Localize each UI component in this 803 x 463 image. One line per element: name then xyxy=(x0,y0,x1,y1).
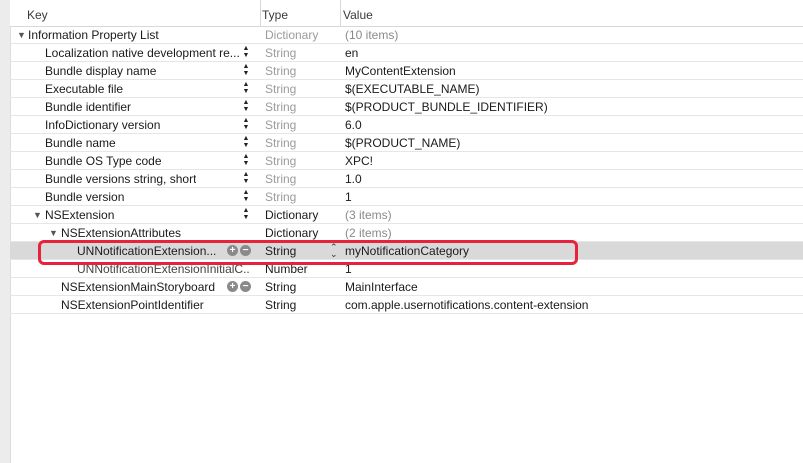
table-row[interactable]: NSExtensionPointIdentifier String com.ap… xyxy=(10,296,803,314)
table-row[interactable]: Localization native development re... ▲ ▼… xyxy=(10,44,803,62)
key-stepper-icon[interactable]: ▲ ▼ xyxy=(242,99,250,114)
row-type: String xyxy=(265,190,297,204)
column-header: Key Type Value xyxy=(10,0,803,27)
column-divider[interactable] xyxy=(340,0,341,26)
row-value[interactable]: $(EXECUTABLE_NAME) xyxy=(345,80,479,98)
row-value[interactable]: 1 xyxy=(345,188,352,206)
row-key: Bundle display name xyxy=(45,64,157,78)
key-stepper-icon[interactable]: ▲ ▼ xyxy=(242,63,250,78)
row-type: String xyxy=(265,298,297,312)
row-value[interactable]: com.apple.usernotifications.content-exte… xyxy=(345,296,588,314)
row-value: (3 items) xyxy=(345,208,392,222)
table-row[interactable]: Bundle name ▲ ▼ String $(PRODUCT_NAME) xyxy=(10,134,803,152)
table-row[interactable]: Bundle OS Type code ▲ ▼ String XPC! xyxy=(10,152,803,170)
row-type: String xyxy=(265,64,297,78)
row-value[interactable]: 1.0 xyxy=(345,170,362,188)
row-value[interactable]: en xyxy=(345,44,358,62)
row-type: Dictionary xyxy=(265,28,319,42)
key-stepper-icon[interactable]: ▲ ▼ xyxy=(242,207,250,222)
add-row-icon[interactable]: + xyxy=(227,281,238,292)
row-key: Bundle name xyxy=(45,136,116,150)
row-value[interactable]: XPC! xyxy=(345,152,373,170)
type-column-header[interactable]: Type xyxy=(262,0,288,26)
row-type: String xyxy=(265,46,297,60)
row-key: Bundle versions string, short xyxy=(45,172,197,186)
row-type: String xyxy=(265,118,297,132)
key-stepper-icon[interactable]: ▲ ▼ xyxy=(242,117,250,132)
key-stepper-icon[interactable]: ▲ ▼ xyxy=(242,81,250,96)
key-stepper-icon[interactable]: ▲ ▼ xyxy=(242,45,250,60)
row-type: String xyxy=(265,82,297,96)
row-key: Bundle identifier xyxy=(45,100,132,114)
table-row[interactable]: Bundle display name ▲ ▼ String MyContentE… xyxy=(10,62,803,80)
row-key: Localization native development re... xyxy=(45,46,240,60)
row-value[interactable]: $(PRODUCT_BUNDLE_IDENTIFIER) xyxy=(345,98,548,116)
row-key: Bundle OS Type code xyxy=(45,154,162,168)
row-key: NSExtensionMainStoryboard xyxy=(61,280,216,294)
key-column-header[interactable]: Key xyxy=(27,0,48,26)
highlight-annotation xyxy=(38,240,578,265)
property-list: ▼ Information Property List Dictionary (… xyxy=(10,26,803,314)
table-row[interactable]: ▼ NSExtension ▲ ▼ Dictionary (3 items) xyxy=(10,206,803,224)
row-value[interactable]: 6.0 xyxy=(345,116,362,134)
table-row[interactable]: InfoDictionary version ▲ ▼ String 6.0 xyxy=(10,116,803,134)
row-type: Dictionary xyxy=(265,208,319,222)
disclosure-triangle-icon[interactable]: ▼ xyxy=(33,206,42,224)
table-row[interactable]: Bundle version ▲ ▼ String 1 xyxy=(10,188,803,206)
row-value: (10 items) xyxy=(345,28,399,42)
key-stepper-icon[interactable]: ▲ ▼ xyxy=(242,153,250,168)
row-key: Information Property List xyxy=(28,28,159,42)
row-type: String xyxy=(265,136,297,150)
remove-row-icon[interactable]: − xyxy=(240,281,251,292)
table-row[interactable]: ▼ Information Property List Dictionary (… xyxy=(10,26,803,44)
table-row[interactable]: Bundle versions string, short ▲ ▼ String … xyxy=(10,170,803,188)
row-value[interactable]: MyContentExtension xyxy=(345,62,456,80)
row-key: Bundle version xyxy=(45,190,125,204)
value-column-header[interactable]: Value xyxy=(343,0,373,26)
row-key: NSExtensionPointIdentifier xyxy=(61,298,204,312)
row-type: String xyxy=(265,172,297,186)
key-stepper-icon[interactable]: ▲ ▼ xyxy=(242,135,250,150)
row-key: Executable file xyxy=(45,82,124,96)
row-value[interactable]: $(PRODUCT_NAME) xyxy=(345,134,460,152)
row-type: String xyxy=(265,154,297,168)
key-stepper-icon[interactable]: ▲ ▼ xyxy=(242,171,250,186)
row-type: String xyxy=(265,100,297,114)
table-row[interactable]: Executable file ▲ ▼ String $(EXECUTABLE_N… xyxy=(10,80,803,98)
row-type: String xyxy=(265,280,297,294)
column-divider[interactable] xyxy=(260,0,261,26)
table-row[interactable]: Bundle identifier ▲ ▼ String $(PRODUCT_BU… xyxy=(10,98,803,116)
row-key: InfoDictionary version xyxy=(45,118,161,132)
row-key: NSExtension xyxy=(45,208,115,222)
key-stepper-icon[interactable]: ▲ ▼ xyxy=(242,189,250,204)
table-row[interactable]: NSExtensionMainStoryboard + − String Mai… xyxy=(10,278,803,296)
row-value[interactable]: MainInterface xyxy=(345,278,418,296)
disclosure-triangle-icon[interactable]: ▼ xyxy=(17,26,26,44)
